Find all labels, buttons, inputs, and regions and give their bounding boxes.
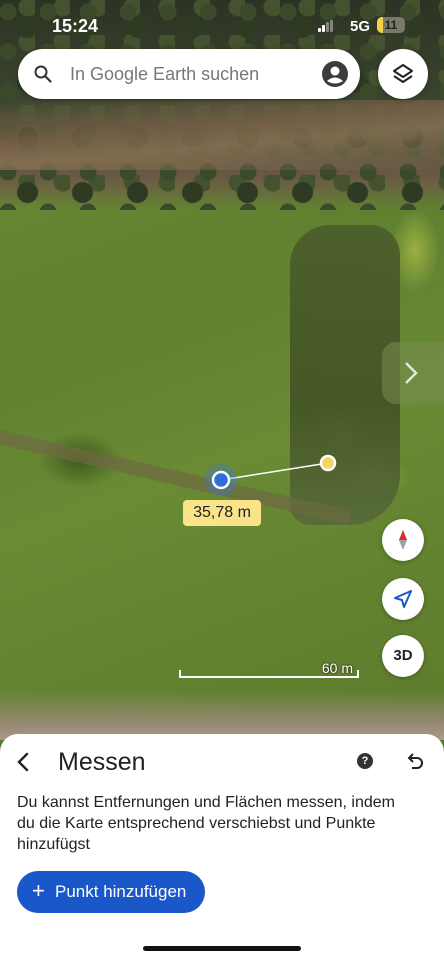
measure-overlay [205,454,337,496]
help-icon[interactable]: ? [357,753,373,769]
scale-line [179,670,359,678]
measure-end-point [319,454,337,472]
layers-button[interactable] [378,49,428,99]
measure-sheet: Messen ? Du kannst Entfernungen und Fläc… [0,734,444,960]
home-indicator [143,946,301,951]
battery-level: 11 [384,18,398,32]
measure-start-point [211,470,231,490]
add-point-label: Punkt hinzufügen [55,882,187,901]
satellite-map[interactable]: 35,78 m 3D 60 m [0,0,444,740]
navigation-arrow-icon [394,590,412,608]
battery-icon: 11 [377,17,405,33]
sheet-title: Messen [58,748,146,776]
chevron-right-icon [405,362,418,384]
account-icon[interactable] [322,61,348,87]
my-location-button[interactable] [382,578,424,620]
search-input[interactable]: In Google Earth suchen [70,64,259,85]
back-arrow-icon[interactable] [14,752,34,772]
signal-icon [318,20,333,32]
3d-button[interactable]: 3D [382,635,424,677]
compass-icon [399,530,407,550]
compass-button[interactable] [382,519,424,561]
undo-icon[interactable] [404,752,424,772]
measure-line [220,462,329,481]
layers-icon [393,64,413,83]
status-time: 15:24 [52,16,99,36]
scale-bar: 60 m [179,660,359,680]
search-bar[interactable]: In Google Earth suchen [18,49,360,99]
add-point-button[interactable]: + Punkt hinzufügen [17,871,205,913]
search-icon [34,65,52,83]
status-bar: 15:24 5G 11 [0,0,444,50]
distance-label: 35,78 m [183,500,261,526]
panel-toggle-button[interactable] [382,342,444,404]
plus-icon: + [32,878,45,903]
network-type: 5G [350,18,371,35]
sheet-description: Du kannst Entfernungen und Flächen messe… [17,794,396,853]
